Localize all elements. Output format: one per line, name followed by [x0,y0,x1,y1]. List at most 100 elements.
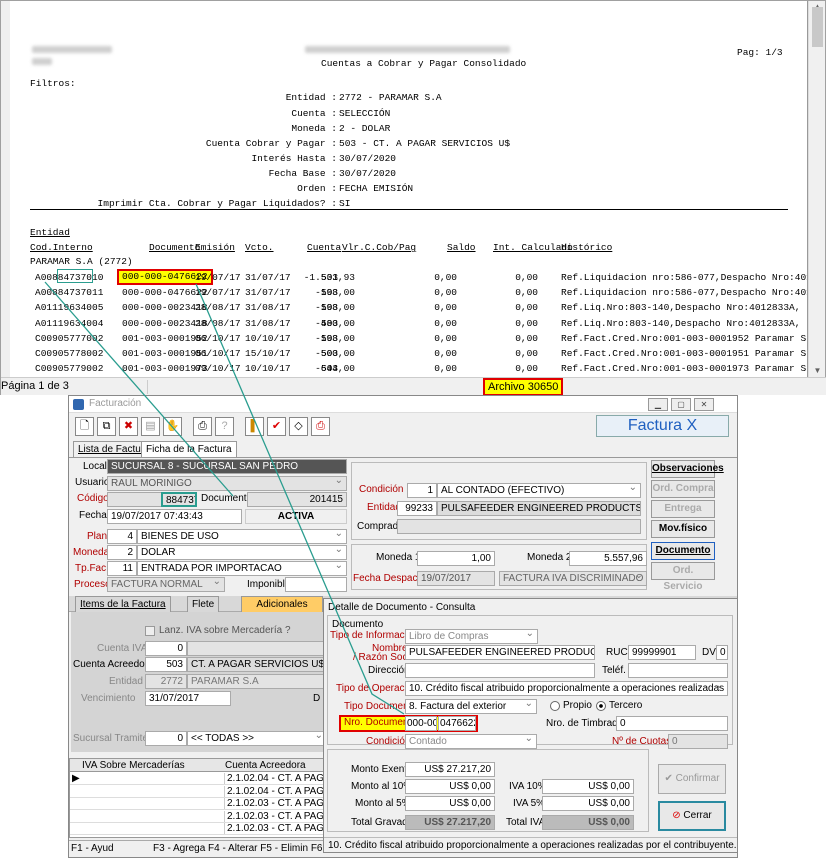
tab-ficha-factura[interactable]: Ficha de la Factura [141,441,237,457]
moneda-select[interactable]: DOLAR [137,545,347,560]
iva5-field[interactable]: US$ 0,00 [542,796,634,811]
tipo-op-select[interactable]: 10. Crédito fiscal atribuido proporciona… [405,681,728,696]
delete-icon[interactable]: ✖ [119,417,138,436]
save-icon[interactable]: ▤ [141,417,160,436]
moneda2-field[interactable]: 5.557,96 [569,551,647,566]
fecha-field[interactable]: 19/07/2017 07:43:43 [107,509,242,524]
tipo-info-select[interactable]: Libro de Compras [405,629,538,644]
tpfac-select[interactable]: ENTRADA POR IMPORTACAO [137,561,347,576]
column-header: Emisión [195,242,235,253]
table-row[interactable]: 2.1.02.03 - CT. A PAGAR SE [70,810,354,823]
tipo-doc-select[interactable]: 8. Factura del exterior [405,699,537,714]
dv-field[interactable]: 0 [716,645,728,660]
entidad-field[interactable]: PULSAFEEDER ENGINEERED PRODUCTS [437,501,641,516]
scroll-down-icon[interactable]: ▼ [812,366,823,376]
sucursal-num-field[interactable]: 0 [145,731,187,746]
ord-compra-button[interactable]: Ord. Compra [651,480,715,498]
documento-field[interactable]: 201415 [247,492,347,507]
telef-field[interactable] [628,663,728,678]
table-row[interactable]: 2.1.02.03 - CT. A PAGAR SE [70,798,354,810]
plan-num-field[interactable]: 4 [107,529,137,544]
scroll-thumb[interactable] [812,7,823,47]
imponible-label: Imponible [247,579,291,590]
new-doc-icon[interactable]: 🗋 [75,417,94,436]
close-icon[interactable]: ✕ [694,398,714,411]
cuotas-field[interactable]: 0 [668,734,728,749]
direccion-label: Dirección [368,665,410,676]
cuenta-iva-field[interactable] [187,641,327,656]
lanz-iva-checkbox[interactable] [145,626,155,636]
moneda1-field[interactable]: 1,00 [417,551,495,566]
nro-doc-prefix-field[interactable]: 000-000 [405,716,437,731]
local-label: Local [83,461,107,472]
direccion-field[interactable] [405,663,595,678]
table-cell: Ref.Fact.Cred.Nro:001-003-0001951 Parama… [561,348,808,359]
monto5-field[interactable]: US$ 0,00 [405,796,495,811]
condicion-label: Condición [366,736,411,747]
entidad-num-field[interactable]: 99233 [397,501,437,516]
minimize-icon[interactable]: ▁ [648,398,668,411]
proceso-select[interactable]: FACTURA NORMAL [107,577,225,592]
eraser-icon[interactable]: ◇ [289,417,308,436]
mov-fisico-button[interactable]: Mov.físico [651,520,715,538]
tercero-radio[interactable] [596,701,606,711]
table-row[interactable]: 2.1.02.03 - CT. A PAGAR SE [70,823,354,835]
tab-adicionales[interactable]: Adicionales [241,596,323,612]
observaciones-button[interactable]: Observaciones [651,460,724,478]
print-icon[interactable]: ⎙ [193,417,212,436]
grid-col-cuenta: Cuenta Acreedora [225,760,306,771]
monto-exento-field[interactable]: US$ 27.217,20 [405,762,495,777]
help-icon[interactable]: ? [215,417,234,436]
tipo-factura-select[interactable]: FACTURA IVA DISCRIMINADO [499,571,647,586]
exit-door-icon[interactable]: ▌ [245,417,264,436]
cerrar-button[interactable]: ⊘ Cerrar [658,801,726,831]
entidad2-num-field[interactable]: 2772 [145,674,187,689]
ord-servicio-button[interactable]: Ord. Servicio [651,562,715,592]
table-cell: Ref.Liquidacion nro:586-077,Despacho Nro… [561,272,808,283]
tab-items[interactable]: Items de la Factura [75,596,171,612]
condicion-select[interactable]: AL CONTADO (EFECTIVO) [437,483,641,498]
ruc-field[interactable]: 99999901 [628,645,696,660]
usuario-select[interactable]: RAUL MORINIGO [107,476,347,491]
codigo-field[interactable]: 884737 [161,492,197,507]
timbrado-field[interactable]: 0 [616,716,728,731]
table-row[interactable]: 2.1.02.04 - CT. A PAGAR SE [70,773,354,785]
entrega-button[interactable]: Entrega [651,500,715,518]
report-print-icon[interactable]: ⎙ [311,417,330,436]
vertical-scrollbar[interactable]: ▲ ▼ [808,1,825,378]
local-field[interactable]: SUCURSAL 8 - SUCURSAL SAN PEDRO [107,459,347,474]
documento-label: Documento [201,493,253,504]
status-divider [147,380,148,394]
condicion-num-field[interactable]: 1 [407,483,437,498]
vencimiento-field[interactable]: 31/07/2017 [145,691,231,706]
monto10-field[interactable]: US$ 0,00 [405,779,495,794]
nro-doc-field[interactable]: 0476622 [438,716,476,731]
sucursal-select[interactable]: << TODAS >> [187,731,327,746]
copy-icon[interactable]: ⧉ [97,417,116,436]
plan-select[interactable]: BIENES DE USO [137,529,347,544]
maximize-icon[interactable]: ▢ [671,398,691,411]
cuenta-iva-num-field[interactable]: 0 [145,641,187,656]
d-label: D [313,693,321,704]
documento-button[interactable]: Documento [651,542,715,560]
cuenta-acreedora-field[interactable]: CT. A PAGAR SERVICIOS U$ [187,657,327,672]
tab-flete[interactable]: Flete [187,596,220,612]
propio-radio[interactable] [550,701,560,711]
entidad2-field[interactable]: PARAMAR S.A [187,674,327,689]
confirmar-button[interactable]: ✔ Confirmar [658,764,726,794]
table-row[interactable]: 2.1.02.04 - CT. A PAGAR SE [70,785,354,798]
tpfac-num-field[interactable]: 11 [107,561,137,576]
imponible-field[interactable] [285,577,347,592]
table-cell: 10/10/17 [245,363,291,375]
nombre-field[interactable]: PULSAFEEDER ENGINEERED PRODUCTS [405,645,595,660]
fecha-despacho-field[interactable]: 19/07/2017 [417,571,495,586]
comprador-field[interactable] [397,519,641,534]
filter-key: Orden : [297,183,337,194]
table-cell: 0,00 [515,272,538,283]
check-icon[interactable]: ✔ [267,417,286,436]
condicion-select[interactable]: Contado [405,734,537,749]
disabled-tool-icon[interactable]: ✋ [163,417,182,436]
moneda-num-field[interactable]: 2 [107,545,137,560]
iva10-field[interactable]: US$ 0,00 [542,779,634,794]
cuenta-acreedora-num-field[interactable]: 503 [145,657,187,672]
